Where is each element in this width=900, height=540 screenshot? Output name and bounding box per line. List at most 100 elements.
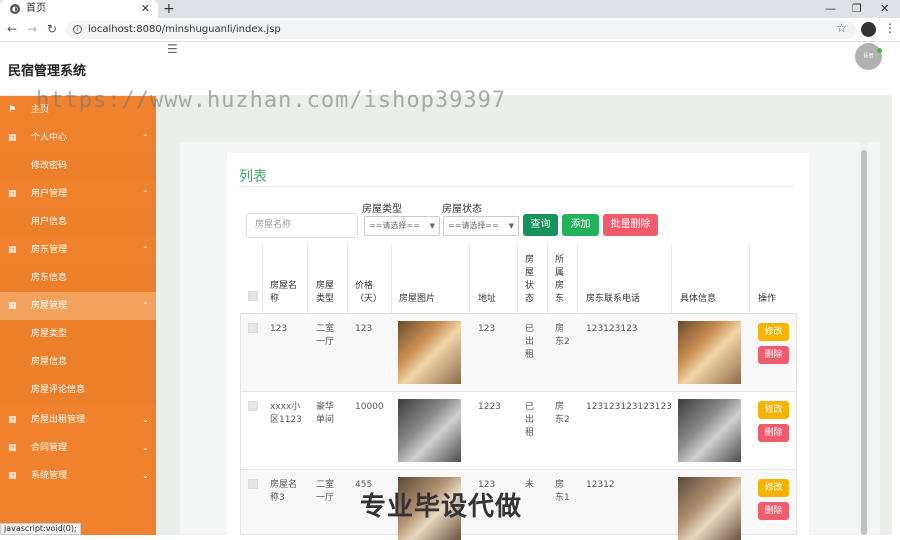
cell-price: 123: [355, 324, 373, 334]
grid-icon: ▦: [8, 415, 17, 425]
filter-type-select[interactable]: ==请选择== ▼: [364, 216, 440, 236]
new-tab-icon[interactable]: +: [163, 0, 175, 18]
filter-type-value: ==请选择==: [369, 221, 420, 230]
cell-type: 二室 一厅: [316, 480, 335, 503]
tab-title: 首页: [26, 3, 46, 14]
info-icon[interactable]: i: [73, 25, 82, 34]
cell-name: 房屋名 称3: [270, 480, 298, 503]
search-input[interactable]: 房屋名称: [246, 213, 358, 238]
globe-icon: ◐: [10, 4, 20, 14]
search-button[interactable]: 查询: [523, 214, 558, 236]
browser-tab[interactable]: ◐ 首页 ✕: [0, 0, 158, 18]
sidebar-item-label: 房屋管理: [31, 301, 68, 311]
chevron-up-icon: ⌃: [142, 301, 149, 310]
grid-icon: ▦: [8, 245, 17, 255]
profile-icon[interactable]: [861, 22, 876, 37]
flag-icon: ⚑: [8, 105, 17, 115]
reload-icon[interactable]: ↻: [47, 22, 57, 36]
sidebar-item-1[interactable]: ▦ 个人中心 ⌃: [0, 124, 156, 152]
sidebar-item-label: 合同管理: [31, 443, 68, 453]
sidebar-item-label: 房屋信息: [31, 357, 68, 367]
close-tab-icon[interactable]: ✕: [141, 0, 150, 18]
edit-button[interactable]: 修改: [758, 479, 789, 497]
avatar[interactable]: 民宿: [855, 43, 882, 70]
header-detail: 具体信息: [680, 294, 717, 304]
cell-type: 二室 一厅: [316, 324, 335, 347]
sidebar-item-11[interactable]: ▦ 房屋出租管理 ⌄: [0, 406, 156, 434]
filter-status-select[interactable]: ==请选择== ▼: [443, 216, 519, 236]
chevron-down-icon: ⌄: [142, 471, 149, 480]
close-window-icon[interactable]: ✕: [880, 0, 889, 18]
edit-button[interactable]: 修改: [758, 323, 789, 341]
online-dot-icon: [877, 48, 882, 53]
forward-icon[interactable]: →: [27, 22, 37, 36]
back-icon[interactable]: ←: [7, 22, 17, 36]
sidebar-item-8[interactable]: 房屋类型: [0, 320, 156, 348]
cell-address: 123: [478, 324, 496, 334]
sidebar-item-label: 个人中心: [31, 133, 68, 143]
browser-menu-icon[interactable]: ⋮: [884, 21, 896, 35]
sidebar-item-label: 房屋评论信息: [31, 385, 86, 395]
sidebar-item-label: 用户信息: [31, 217, 68, 227]
cell-price: 10000: [355, 402, 384, 412]
cell-type: 豪华 单间: [316, 402, 335, 425]
add-button[interactable]: 添加: [562, 214, 599, 236]
chevron-up-icon: ⌃: [142, 189, 149, 198]
chevron-up-icon: ⌃: [142, 133, 149, 142]
sidebar-item-6[interactable]: 房东信息: [0, 264, 156, 292]
chevron-down-icon: ⌄: [142, 443, 149, 452]
house-photo[interactable]: [398, 399, 461, 462]
header-action: 操作: [758, 294, 777, 304]
header-phone: 房东联系电话: [586, 294, 641, 304]
cell-status: 已 出 租: [525, 402, 535, 438]
sidebar-item-10[interactable]: 房屋评论信息: [0, 376, 156, 404]
cell-phone: 12312: [586, 480, 615, 490]
hamburger-icon[interactable]: ☰: [167, 42, 178, 56]
row-checkbox[interactable]: [248, 323, 258, 333]
edit-button[interactable]: 修改: [758, 401, 789, 419]
sidebar-item-9[interactable]: 房屋信息: [0, 348, 156, 376]
sidebar-item-12[interactable]: ▦ 合同管理 ⌄: [0, 434, 156, 462]
delete-button[interactable]: 删除: [758, 346, 789, 364]
sidebar-item-4[interactable]: 用户信息: [0, 208, 156, 236]
cell-owner: 房 东1: [555, 480, 570, 503]
header-price: 价格 （天）: [355, 281, 383, 304]
house-photo[interactable]: [398, 321, 461, 384]
cell-status: 未: [525, 480, 535, 490]
scrollbar-thumb[interactable]: [861, 150, 867, 535]
header-status: 房 屋 状 态: [525, 255, 535, 304]
sidebar-item-label: 房屋出租管理: [31, 415, 86, 425]
cell-owner: 房 东2: [555, 402, 570, 425]
detail-photo[interactable]: [678, 477, 741, 540]
row-checkbox[interactable]: [248, 401, 258, 411]
list-title: 列表: [239, 169, 267, 185]
row-checkbox[interactable]: [248, 479, 258, 489]
header-type: 房屋 类型: [316, 281, 335, 304]
sidebar-item-5[interactable]: ▦ 房东管理 ⌃: [0, 236, 156, 264]
grid-icon: ▦: [8, 301, 17, 311]
chevron-down-icon: ⌄: [142, 415, 149, 424]
header-name: 房屋名 称: [270, 281, 298, 304]
delete-button[interactable]: 删除: [758, 424, 789, 442]
grid-icon: ▦: [8, 189, 17, 199]
select-all-checkbox[interactable]: [248, 291, 258, 301]
sidebar-item-7[interactable]: ▦ 房屋管理 ⌃: [0, 292, 156, 320]
sidebar-item-label: 系统管理: [31, 471, 68, 481]
cell-address: 1223: [478, 402, 501, 412]
sidebar-item-13[interactable]: ▦ 系统管理 ⌄: [0, 462, 156, 490]
bookmark-star-icon[interactable]: ☆: [836, 21, 847, 35]
grid-icon: ▦: [8, 133, 17, 143]
minimize-icon[interactable]: —: [825, 0, 836, 18]
header-address: 地址: [478, 294, 497, 304]
app-title: 民宿管理系统: [8, 64, 87, 79]
sidebar-item-2[interactable]: 修改密码: [0, 152, 156, 180]
sidebar-item-3[interactable]: ▦ 用户管理 ⌃: [0, 180, 156, 208]
detail-photo[interactable]: [678, 399, 741, 462]
restore-icon[interactable]: ❐: [852, 0, 862, 18]
url-field[interactable]: i localhost:8080/minshuguanli/index.jsp: [66, 21, 856, 39]
watermark-text: https://www.huzhan.com/ishop39397: [36, 88, 507, 113]
detail-photo[interactable]: [678, 321, 741, 384]
delete-button[interactable]: 删除: [758, 502, 789, 520]
batch-delete-button[interactable]: 批量删除: [603, 214, 658, 236]
chevron-down-icon: ▼: [508, 222, 514, 230]
